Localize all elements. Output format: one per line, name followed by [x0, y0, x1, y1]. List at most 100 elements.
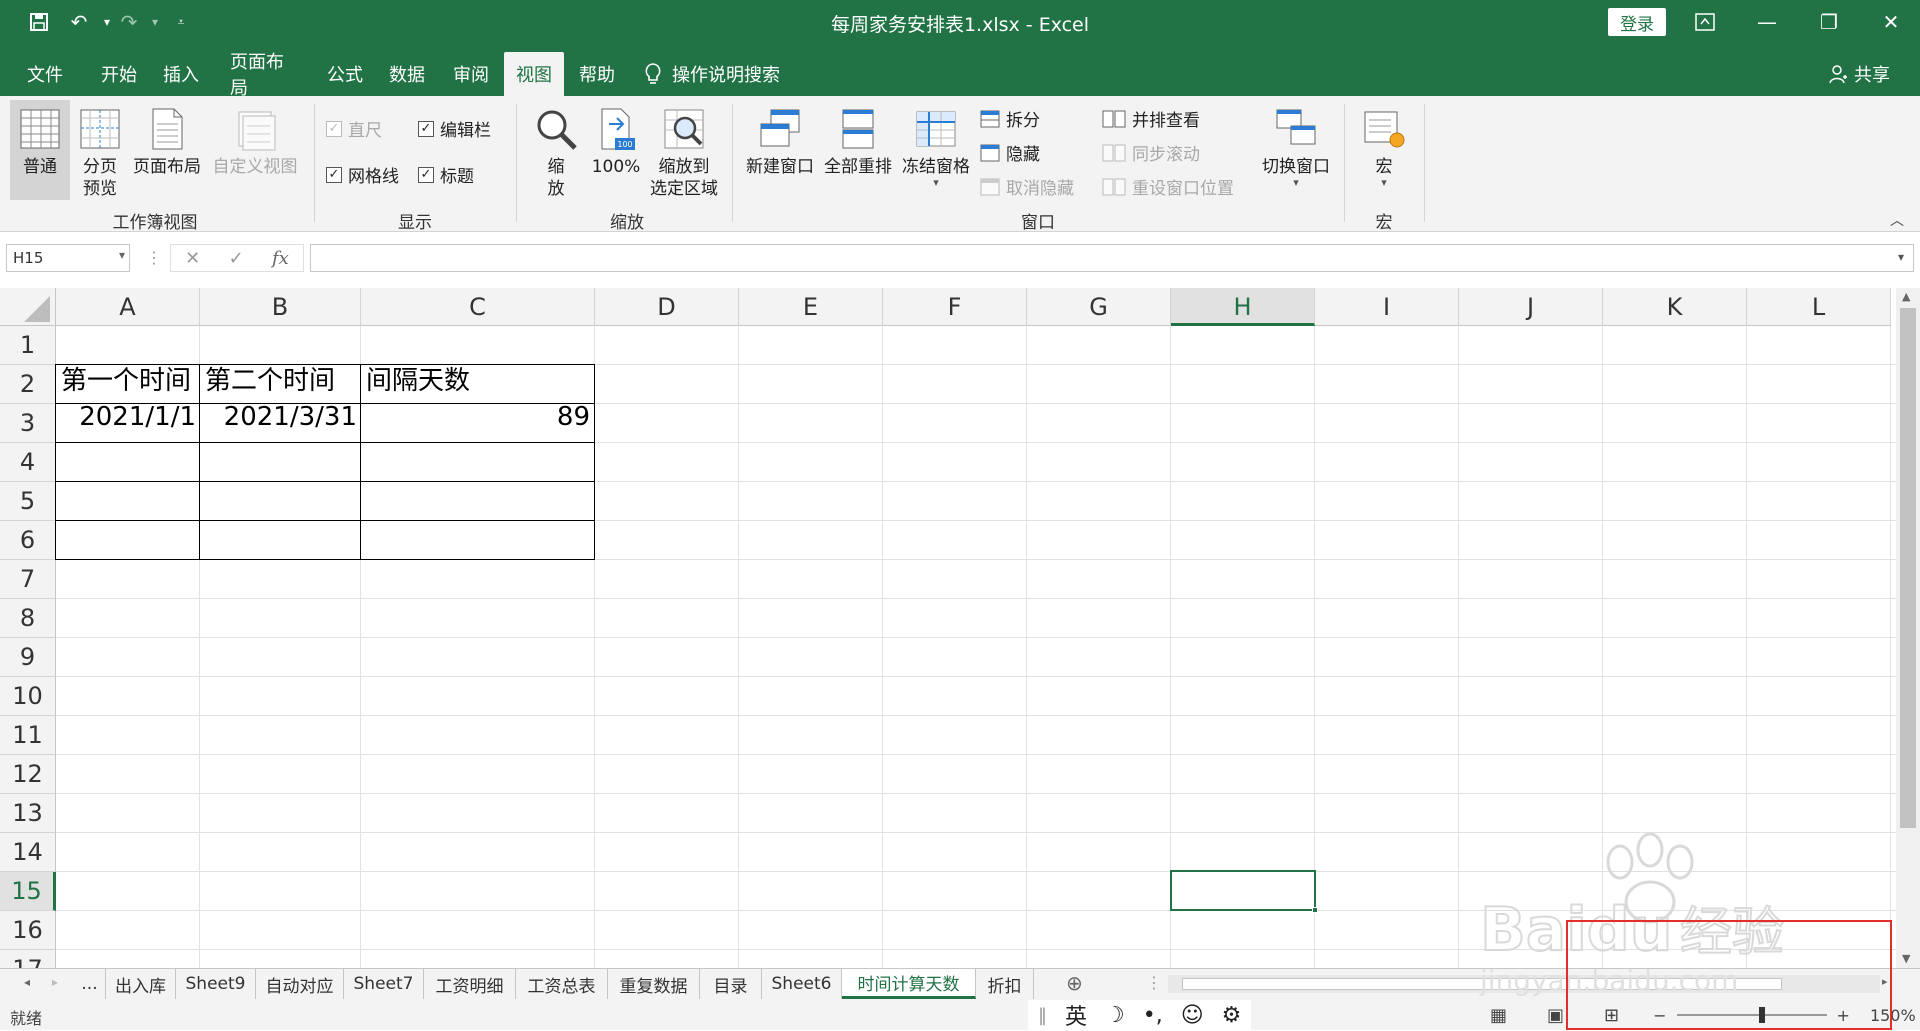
scroll-down-icon[interactable]: ▼: [1902, 952, 1910, 965]
vertical-scroll-thumb[interactable]: [1900, 308, 1916, 828]
sheet-tab[interactable]: Sheet6: [762, 969, 842, 999]
row-header-4[interactable]: 4: [0, 443, 56, 482]
page-layout-view-button[interactable]: 页面布局: [130, 106, 204, 178]
add-sheet-icon[interactable]: ⊕: [1066, 971, 1083, 995]
ruler-checkbox[interactable]: ✓ 直尺: [326, 116, 382, 141]
vertical-scrollbar[interactable]: ▲ ▼: [1896, 288, 1920, 968]
row-header-15[interactable]: 15: [0, 872, 56, 911]
column-header-L[interactable]: L: [1747, 288, 1891, 326]
sheet-tab[interactable]: 自动对应: [256, 969, 344, 999]
fill-handle[interactable]: [1312, 907, 1318, 913]
column-header-I[interactable]: I: [1315, 288, 1459, 326]
sheet-tab[interactable]: 工资明细: [424, 969, 516, 999]
share-button[interactable]: 共享: [1828, 52, 1890, 96]
split-button[interactable]: 拆分: [980, 106, 1040, 131]
name-box-dropdown-icon[interactable]: ▾: [119, 248, 125, 262]
punctuation-icon[interactable]: •,: [1143, 1003, 1163, 1028]
sheet-tab[interactable]: 折扣: [976, 969, 1034, 999]
cancel-icon[interactable]: ✕: [185, 248, 200, 269]
row-header-7[interactable]: 7: [0, 560, 56, 599]
row-header-10[interactable]: 10: [0, 677, 56, 716]
reset-window-position-button[interactable]: 重设窗口位置: [1102, 174, 1234, 199]
tab-data[interactable]: 数据: [380, 52, 434, 96]
select-all-corner[interactable]: [0, 288, 56, 326]
restore-icon[interactable]: ❐: [1798, 0, 1860, 44]
cell-C3[interactable]: 89: [362, 398, 594, 436]
cell-B2[interactable]: 第二个时间: [201, 359, 361, 397]
column-header-K[interactable]: K: [1603, 288, 1747, 326]
column-header-B[interactable]: B: [200, 288, 361, 326]
column-header-C[interactable]: C: [361, 288, 595, 326]
zoom-100-button[interactable]: 100 100%: [588, 106, 644, 178]
tab-page-layout[interactable]: 页面布局: [222, 52, 306, 99]
worksheet-grid[interactable]: ABCDEFGHIJKL 1234567891011121314151617 第…: [0, 288, 1896, 968]
minimize-icon[interactable]: —: [1736, 0, 1798, 44]
zoom-to-selection-button[interactable]: 缩放到 选定区域: [644, 106, 724, 200]
sheet-tab[interactable]: 工资总表: [516, 969, 608, 999]
expand-formula-bar-icon[interactable]: ▾: [1898, 250, 1904, 264]
column-header-H[interactable]: H: [1171, 288, 1315, 326]
row-header-11[interactable]: 11: [0, 716, 56, 755]
sheet-tab[interactable]: 目录: [700, 969, 762, 999]
sheet-tab[interactable]: 重复数据: [608, 969, 700, 999]
sheet-tab-active[interactable]: 时间计算天数: [842, 969, 976, 999]
row-header-13[interactable]: 13: [0, 794, 56, 833]
tab-home[interactable]: 开始: [92, 52, 146, 96]
cell-C2[interactable]: 间隔天数: [362, 359, 594, 397]
sheet-tab[interactable]: Sheet7: [344, 969, 424, 999]
row-header-1[interactable]: 1: [0, 326, 56, 365]
tab-view[interactable]: 视图: [504, 52, 564, 96]
page-break-preview-button[interactable]: 分页 预览: [74, 106, 126, 200]
tab-insert[interactable]: 插入: [154, 52, 208, 96]
sheet-tab-more[interactable]: ...: [74, 969, 106, 999]
unhide-window-button[interactable]: 取消隐藏: [980, 174, 1074, 199]
settings-gear-icon[interactable]: ⚙: [1222, 1003, 1242, 1028]
normal-view-status-icon[interactable]: ▦: [1490, 1005, 1507, 1026]
headings-checkbox[interactable]: ✓ 标题: [418, 162, 474, 187]
column-header-D[interactable]: D: [595, 288, 739, 326]
name-box[interactable]: H15 ▾: [6, 244, 130, 272]
hide-window-button[interactable]: 隐藏: [980, 140, 1040, 165]
row-header-6[interactable]: 6: [0, 521, 56, 560]
active-cell-H15[interactable]: [1170, 870, 1318, 913]
tab-help[interactable]: 帮助: [570, 52, 624, 96]
next-sheet-icon[interactable]: ▸: [52, 975, 58, 989]
sheet-tab[interactable]: 出入库: [106, 969, 176, 999]
ime-language[interactable]: 英: [1065, 999, 1087, 1031]
close-icon[interactable]: ✕: [1860, 0, 1920, 44]
row-header-14[interactable]: 14: [0, 833, 56, 872]
tab-formulas[interactable]: 公式: [318, 52, 372, 96]
moon-icon[interactable]: ☽: [1105, 1003, 1125, 1028]
prev-sheet-icon[interactable]: ◂: [24, 975, 30, 989]
cell-A3[interactable]: 2021/1/1: [57, 398, 200, 436]
arrange-all-button[interactable]: 全部重排: [820, 106, 896, 178]
row-header-3[interactable]: 3: [0, 404, 56, 443]
tab-file[interactable]: 文件: [18, 52, 72, 96]
scroll-up-icon[interactable]: ▲: [1902, 290, 1910, 303]
collapse-ribbon-icon[interactable]: ︿: [1890, 210, 1904, 230]
row-header-5[interactable]: 5: [0, 482, 56, 521]
freeze-panes-button[interactable]: 冻结窗格 ▾: [898, 106, 974, 188]
gridlines-checkbox[interactable]: ✓ 网格线: [326, 162, 399, 187]
page-layout-status-icon[interactable]: ▣: [1547, 1005, 1564, 1026]
column-header-G[interactable]: G: [1027, 288, 1171, 326]
switch-windows-button[interactable]: 切换窗口 ▾: [1256, 106, 1336, 188]
sheet-tab[interactable]: Sheet9: [176, 969, 256, 999]
column-header-A[interactable]: A: [56, 288, 200, 326]
row-header-16[interactable]: 16: [0, 911, 56, 950]
row-header-2[interactable]: 2: [0, 365, 56, 404]
normal-view-button[interactable]: 普通: [10, 100, 70, 200]
column-header-J[interactable]: J: [1459, 288, 1603, 326]
row-header-12[interactable]: 12: [0, 755, 56, 794]
column-header-F[interactable]: F: [883, 288, 1027, 326]
formula-bar-checkbox[interactable]: ✓ 编辑栏: [418, 116, 491, 141]
custom-views-button[interactable]: 自定义视图: [210, 106, 300, 178]
row-header-9[interactable]: 9: [0, 638, 56, 677]
view-side-by-side-button[interactable]: 并排查看: [1102, 106, 1200, 131]
emoji-icon[interactable]: ☺: [1181, 1003, 1204, 1028]
tab-review[interactable]: 审阅: [444, 52, 498, 96]
column-header-E[interactable]: E: [739, 288, 883, 326]
macros-button[interactable]: 宏 ▾: [1354, 106, 1414, 188]
new-window-button[interactable]: 新建窗口: [742, 106, 818, 178]
tell-me-search[interactable]: 操作说明搜索: [644, 52, 780, 96]
